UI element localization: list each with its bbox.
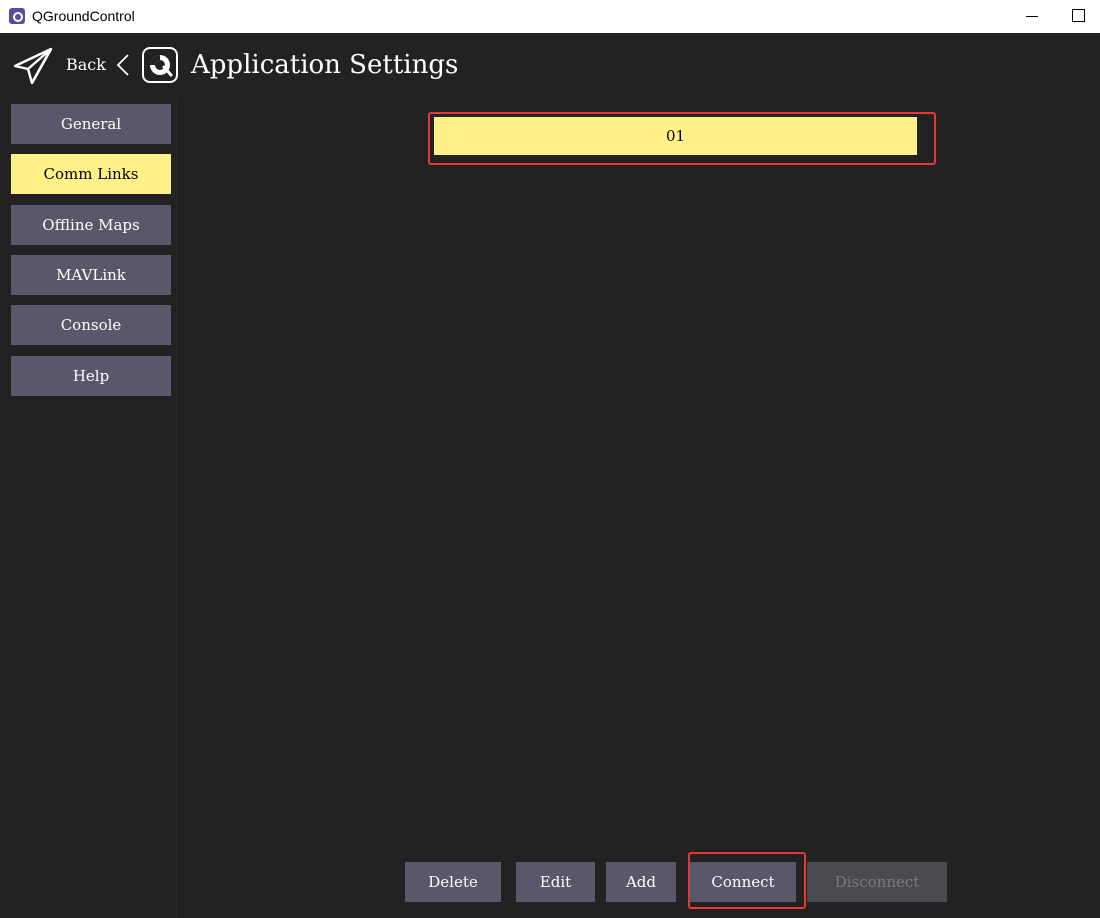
- window-titlebar: QGroundControl: [0, 0, 1100, 33]
- back-button[interactable]: Back: [66, 55, 106, 75]
- maximize-icon[interactable]: [1068, 6, 1088, 26]
- paper-plane-icon[interactable]: [12, 46, 54, 86]
- qgc-logo-icon: [142, 47, 178, 83]
- app-window: Back Application Settings General Comm L…: [0, 33, 1100, 918]
- sidebar-item-general[interactable]: General: [11, 104, 171, 144]
- sidebar-item-offline-maps[interactable]: Offline Maps: [11, 205, 171, 245]
- add-button[interactable]: Add: [606, 862, 676, 902]
- window-title: QGroundControl: [32, 8, 135, 24]
- delete-button[interactable]: Delete: [405, 862, 501, 902]
- settings-header: Back Application Settings: [0, 33, 1100, 99]
- minimize-icon[interactable]: [1024, 6, 1042, 26]
- sidebar-item-comm-links[interactable]: Comm Links: [11, 154, 171, 194]
- chevron-left-icon: [116, 54, 129, 76]
- disconnect-button: Disconnect: [807, 862, 947, 902]
- qgc-app-icon: [9, 8, 25, 24]
- sidebar-item-console[interactable]: Console: [11, 305, 171, 345]
- connect-button[interactable]: Connect: [690, 862, 796, 902]
- page-title: Application Settings: [191, 50, 459, 80]
- comm-link-item[interactable]: 01: [434, 117, 917, 155]
- edit-button[interactable]: Edit: [516, 862, 595, 902]
- sidebar-item-help[interactable]: Help: [11, 356, 171, 396]
- settings-sidebar: General Comm Links Offline Maps MAVLink …: [0, 99, 177, 918]
- sidebar-item-mavlink[interactable]: MAVLink: [11, 255, 171, 295]
